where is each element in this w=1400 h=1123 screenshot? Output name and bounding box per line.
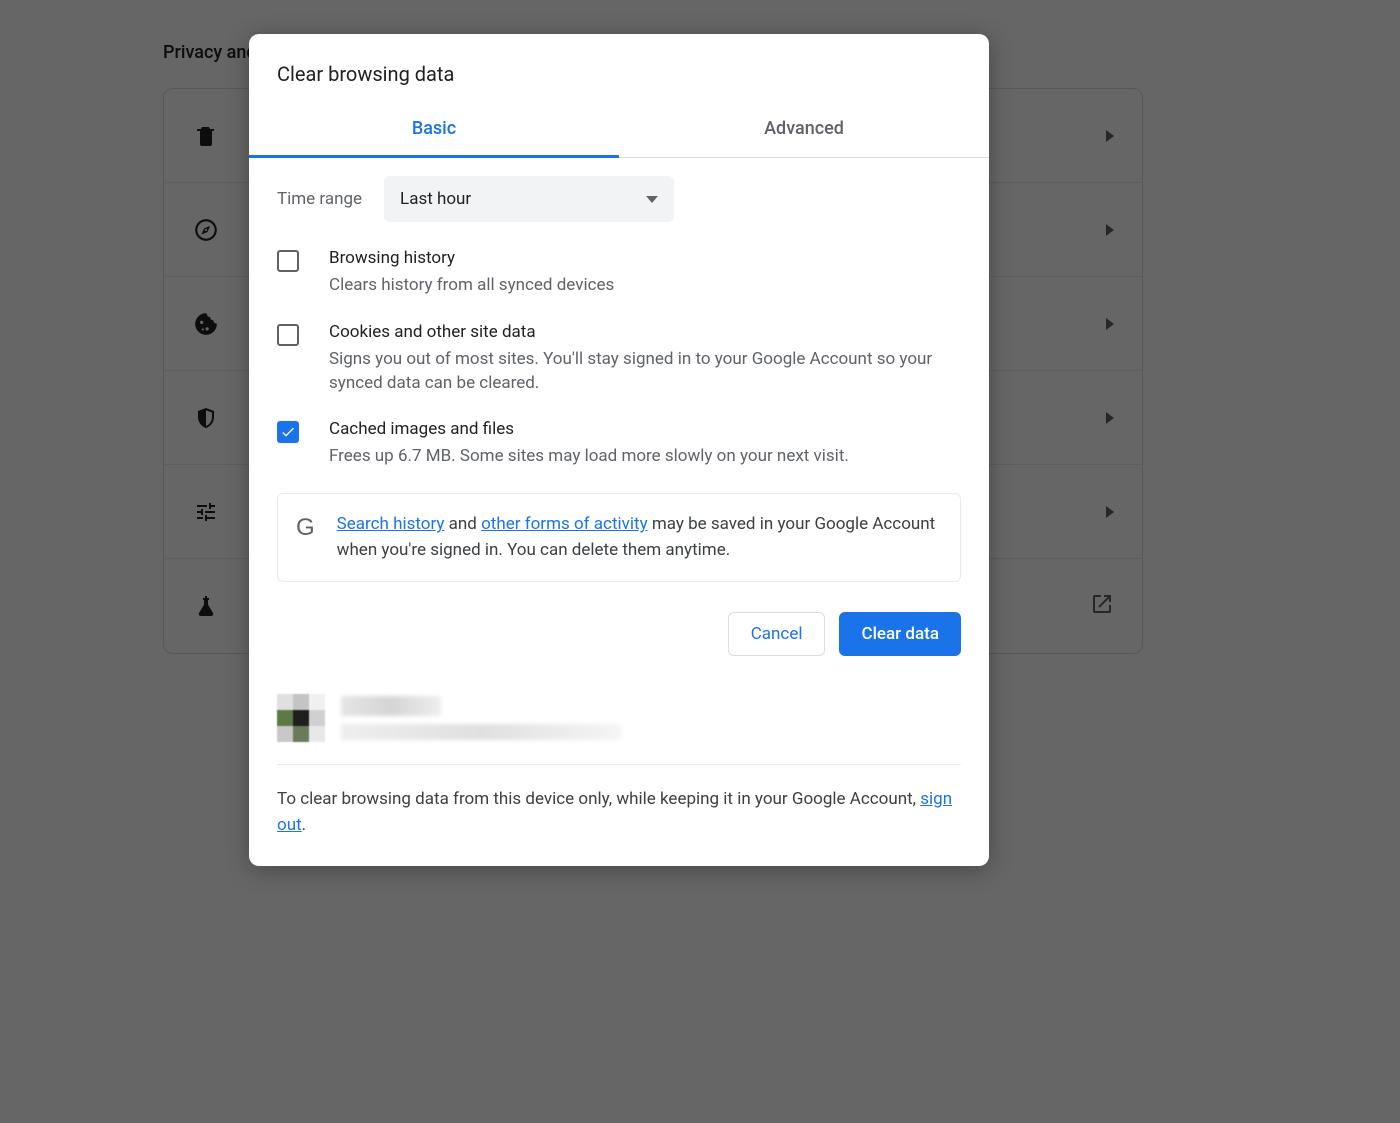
- cancel-button[interactable]: Cancel: [728, 612, 826, 656]
- google-logo-icon: G: [296, 512, 315, 542]
- option-cookies[interactable]: Cookies and other site data Signs you ou…: [277, 322, 961, 396]
- tab-basic[interactable]: Basic: [249, 104, 619, 158]
- time-range-select[interactable]: Last hour: [384, 176, 674, 222]
- option-description: Frees up 6.7 MB. Some sites may load mor…: [329, 445, 849, 469]
- signed-in-account: [277, 694, 961, 765]
- option-description: Signs you out of most sites. You'll stay…: [329, 348, 961, 396]
- clear-data-button[interactable]: Clear data: [839, 612, 961, 656]
- search-history-link[interactable]: Search history: [337, 514, 445, 534]
- checkbox-browsing-history[interactable]: [277, 250, 299, 272]
- tab-advanced[interactable]: Advanced: [619, 104, 989, 157]
- checkbox-cache[interactable]: [277, 421, 299, 443]
- footer-message: To clear browsing data from this device …: [277, 787, 961, 838]
- checkbox-cookies[interactable]: [277, 324, 299, 346]
- dialog-title: Clear browsing data: [249, 34, 989, 104]
- dropdown-arrow-icon: [646, 196, 658, 203]
- account-info-redacted: [341, 696, 621, 740]
- other-activity-link[interactable]: other forms of activity: [481, 514, 648, 534]
- avatar-redacted: [277, 694, 325, 742]
- option-title: Cookies and other site data: [329, 322, 961, 342]
- dialog-tabs: Basic Advanced: [249, 104, 989, 158]
- time-range-value: Last hour: [400, 189, 471, 209]
- option-title: Cached images and files: [329, 419, 849, 439]
- info-text: Search history and other forms of activi…: [337, 512, 942, 563]
- time-range-label: Time range: [277, 189, 362, 209]
- option-browsing-history[interactable]: Browsing history Clears history from all…: [277, 248, 961, 298]
- option-title: Browsing history: [329, 248, 614, 268]
- google-activity-info: G Search history and other forms of acti…: [277, 493, 961, 582]
- clear-browsing-data-dialog: Clear browsing data Basic Advanced Time …: [249, 34, 989, 866]
- option-description: Clears history from all synced devices: [329, 274, 614, 298]
- option-cache[interactable]: Cached images and files Frees up 6.7 MB.…: [277, 419, 961, 469]
